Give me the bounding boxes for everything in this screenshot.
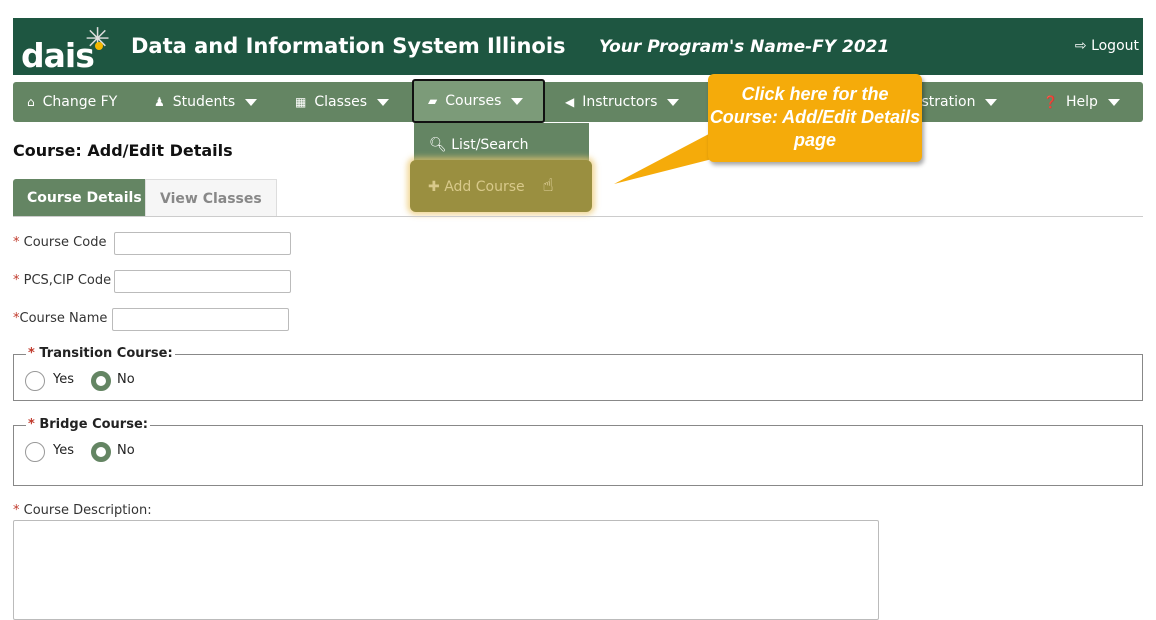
nav-courses[interactable]: ▰ Courses — [412, 79, 545, 123]
course-description-label: * Course Description: — [13, 503, 152, 518]
transition-course-group: * Transition Course: Yes No — [13, 346, 1143, 401]
pcs-cip-input[interactable] — [114, 270, 291, 293]
bridge-no-label: No — [117, 443, 135, 458]
course-description-input[interactable] — [13, 520, 879, 620]
main-nav: ⌂ Change FY ♟ Students ▦ Classes ▰ Courses ◀… — [13, 79, 1143, 123]
nav-students[interactable]: ♟ Students — [154, 82, 258, 122]
nav-instructors[interactable]: ◀ Instructors — [565, 82, 680, 122]
bridge-yes-radio[interactable] — [25, 442, 45, 462]
course-code-label: * Course Code — [13, 235, 107, 250]
caret-down-icon — [511, 97, 524, 105]
daisi-logo[interactable]: dais ✳ — [19, 22, 129, 75]
menu-item-add-course[interactable]: ✚ Add Course ☝ — [410, 160, 592, 212]
person-icon: ♟ — [154, 95, 165, 109]
question-icon: ❓ — [1043, 95, 1058, 109]
course-name-input[interactable] — [112, 308, 289, 331]
pcs-cip-label: * PCS,CIP Code — [13, 273, 112, 288]
bridge-no-radio[interactable] — [91, 442, 111, 462]
caret-down-icon — [667, 98, 680, 106]
caret-down-icon — [985, 98, 998, 106]
bullhorn-icon: ◀ — [565, 95, 575, 109]
logout-icon: ⇨ — [1074, 38, 1092, 54]
search-icon: 🔍︎ — [429, 137, 452, 153]
nav-change-fy[interactable]: ⌂ Change FY — [27, 82, 117, 122]
transition-yes-label: Yes — [53, 372, 74, 387]
building-icon: ▦ — [295, 95, 307, 109]
transition-no-radio[interactable] — [91, 371, 111, 391]
course-code-input[interactable] — [114, 232, 291, 255]
book-icon: ▰ — [428, 94, 438, 108]
hand-cursor-icon: ☝ — [542, 175, 554, 196]
caret-down-icon — [1107, 98, 1120, 106]
plus-icon: ✚ — [428, 179, 445, 195]
course-name-label: *Course Name — [13, 311, 108, 326]
page-title: Course: Add/Edit Details — [13, 141, 233, 160]
nav-help[interactable]: ❓ Help — [1043, 82, 1120, 122]
tab-course-details[interactable]: Course Details — [13, 179, 156, 217]
logout-link[interactable]: ⇨ Logout — [1075, 38, 1139, 54]
transition-yes-radio[interactable] — [25, 371, 45, 391]
program-name: Your Program's Name-FY 2021 — [599, 37, 890, 57]
home-icon: ⌂ — [27, 95, 35, 109]
nav-classes[interactable]: ▦ Classes — [295, 82, 390, 122]
tab-view-classes[interactable]: View Classes — [145, 179, 277, 217]
instruction-callout: Click here for the Course: Add/Edit Deta… — [708, 74, 922, 162]
app-title: Data and Information System Illinois — [131, 34, 566, 58]
caret-down-icon — [245, 98, 258, 106]
transition-no-label: No — [117, 372, 135, 387]
app-header: dais ✳ Data and Information System Illino… — [13, 18, 1143, 75]
bridge-course-group: * Bridge Course: Yes No — [13, 417, 1143, 486]
bridge-yes-label: Yes — [53, 443, 74, 458]
tab-divider — [13, 216, 1143, 217]
caret-down-icon — [377, 98, 390, 106]
menu-item-list-search[interactable]: 🔍︎ List/Search — [414, 125, 589, 165]
